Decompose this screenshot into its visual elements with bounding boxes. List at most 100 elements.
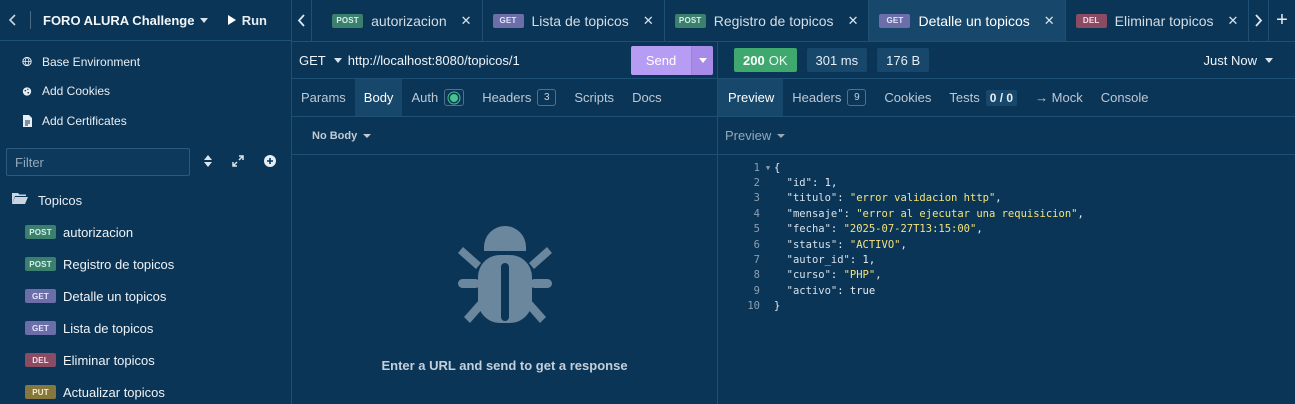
method-selector[interactable]: GET bbox=[299, 53, 342, 68]
back-chevron-icon[interactable] bbox=[8, 14, 26, 26]
request-item-lista[interactable]: GET Lista de topicos bbox=[0, 312, 291, 344]
request-item-actualizar[interactable]: PUT Actualizar topicos bbox=[0, 376, 291, 404]
tab-response-headers[interactable]: Headers 9 bbox=[783, 79, 875, 116]
run-label: Run bbox=[241, 12, 267, 28]
tab-lista[interactable]: GET Lista de topicos ✕ bbox=[481, 0, 664, 41]
request-item-detalle[interactable]: GET Detalle un topicos bbox=[0, 280, 291, 312]
tab-params[interactable]: Params bbox=[292, 79, 355, 116]
tab-detalle[interactable]: GET Detalle un topicos ✕ bbox=[868, 0, 1065, 41]
response-size: 176 B bbox=[877, 48, 930, 72]
tab-preview[interactable]: Preview bbox=[718, 79, 784, 116]
tab-docs-label: Docs bbox=[632, 90, 662, 105]
tab-docs[interactable]: Docs bbox=[623, 79, 671, 116]
response-time: 301 ms bbox=[806, 48, 868, 72]
method-badge: DEL bbox=[25, 353, 56, 367]
code-line: 7 "autor_id": 1, bbox=[718, 252, 1295, 267]
preview-mode-selector[interactable]: Preview bbox=[718, 117, 1295, 155]
json-viewer[interactable]: 1 ▼{2 "id": 1, 3 "titulo": "error validaci… bbox=[718, 160, 1295, 314]
close-icon[interactable]: ✕ bbox=[1228, 13, 1239, 29]
sort-icon[interactable] bbox=[204, 154, 212, 170]
history-selector[interactable]: Just Now bbox=[1204, 53, 1273, 68]
send-options-dropdown[interactable] bbox=[691, 45, 713, 75]
tab-scroll-left-icon[interactable] bbox=[292, 0, 311, 41]
tab-body[interactable]: Body bbox=[354, 79, 403, 116]
tab-label: Detalle un topicos bbox=[918, 12, 1030, 29]
tab-mock[interactable]: → Mock bbox=[1026, 79, 1092, 116]
url-input[interactable]: http://localhost:8080/topicos/1 bbox=[348, 53, 520, 68]
code-text: "status": "ACTIVO", bbox=[786, 238, 907, 251]
add-certificates-label: Add Certificates bbox=[42, 113, 127, 128]
filter-input[interactable] bbox=[6, 148, 190, 176]
empty-state-message: Enter a URL and send to get a response bbox=[381, 358, 628, 373]
method-badge: GET bbox=[25, 321, 56, 335]
chevron-down-icon bbox=[777, 133, 786, 138]
tab-label: Lista de topicos bbox=[531, 12, 629, 29]
body-type-selector[interactable]: No Body bbox=[292, 117, 717, 155]
folder-topicos[interactable]: Topicos bbox=[12, 190, 82, 210]
cookie-icon bbox=[22, 86, 32, 97]
request-item-autorizacion[interactable]: POST autorizacion bbox=[0, 216, 291, 248]
tab-label: Registro de topicos bbox=[713, 12, 834, 29]
response-status-bar: 200 OK 301 ms 176 B Just Now bbox=[718, 42, 1295, 79]
request-label: Eliminar topicos bbox=[63, 352, 155, 368]
tab-auth[interactable]: Auth bbox=[402, 79, 473, 116]
request-pane: GET http://localhost:8080/topicos/1 Send… bbox=[292, 42, 718, 404]
request-list: POST autorizacion POST Registro de topic… bbox=[0, 216, 291, 404]
tab-autorizacion[interactable]: POST autorizacion ✕ bbox=[311, 0, 481, 41]
close-icon[interactable]: ✕ bbox=[643, 13, 654, 29]
tab-registro[interactable]: POST Registro de topicos ✕ bbox=[663, 0, 869, 41]
send-button[interactable]: Send bbox=[631, 45, 691, 75]
close-icon[interactable]: ✕ bbox=[461, 13, 472, 29]
run-button[interactable]: Run bbox=[227, 12, 267, 28]
play-icon bbox=[227, 15, 236, 25]
request-item-registro[interactable]: POST Registro de topicos bbox=[0, 248, 291, 280]
request-label: Registro de topicos bbox=[63, 256, 175, 272]
project-selector[interactable]: FORO ALURA Challenge bbox=[43, 13, 209, 28]
tab-cookies[interactable]: Cookies bbox=[875, 79, 940, 116]
response-tabs: Preview Headers 9 Cookies Tests 0 / 0 → … bbox=[718, 79, 1295, 117]
environment-list: Base Environment Add Cookies Add Certifi… bbox=[0, 41, 291, 136]
request-tabs: Params Body Auth Headers 3 Scripts Docs bbox=[292, 79, 717, 117]
globe-icon bbox=[22, 56, 32, 67]
method-badge: GET bbox=[492, 13, 524, 28]
tab-scroll-right-icon[interactable] bbox=[1248, 0, 1267, 41]
new-tab-plus-icon[interactable]: + bbox=[1267, 0, 1295, 41]
code-line: 3 "titulo": "error validacion http", bbox=[718, 191, 1295, 206]
tab-scripts[interactable]: Scripts bbox=[565, 79, 623, 116]
chevron-down-icon bbox=[200, 17, 209, 23]
line-number: 1 bbox=[753, 161, 760, 174]
method-badge: DEL bbox=[1075, 13, 1107, 28]
header-divider bbox=[30, 11, 31, 29]
tab-preview-label: Preview bbox=[728, 90, 775, 105]
tab-headers[interactable]: Headers 3 bbox=[473, 79, 565, 116]
close-icon[interactable]: ✕ bbox=[1044, 13, 1055, 29]
url-bar: GET http://localhost:8080/topicos/1 Send bbox=[292, 42, 717, 79]
close-icon[interactable]: ✕ bbox=[848, 13, 859, 29]
code-line: 6 "status": "ACTIVO", bbox=[718, 237, 1295, 252]
code-text: "curso": "PHP", bbox=[786, 269, 882, 282]
code-line: 9 "activo": true bbox=[718, 283, 1295, 298]
bug-icon bbox=[454, 225, 556, 332]
history-label: Just Now bbox=[1203, 52, 1257, 68]
status-badge: 200 OK bbox=[734, 48, 797, 72]
request-label: Detalle un topicos bbox=[63, 288, 167, 304]
empty-state bbox=[292, 225, 717, 332]
line-number: 4 bbox=[753, 207, 760, 220]
base-environment-item[interactable]: Base Environment bbox=[0, 47, 291, 77]
tab-headers-label: Headers bbox=[482, 90, 532, 105]
add-plus-circle-icon[interactable] bbox=[264, 154, 276, 170]
fold-arrow-icon[interactable]: ▼ bbox=[762, 164, 774, 172]
status-text: OK bbox=[768, 52, 788, 68]
request-item-eliminar[interactable]: DEL Eliminar topicos bbox=[0, 344, 291, 376]
add-cookies-item[interactable]: Add Cookies bbox=[0, 77, 291, 107]
method-badge: POST bbox=[332, 13, 364, 28]
code-text: "autor_id": 1, bbox=[786, 254, 876, 267]
expand-icon[interactable] bbox=[232, 154, 244, 170]
tab-eliminar[interactable]: DEL Eliminar topicos ✕ bbox=[1064, 0, 1249, 41]
code-text: "id": 1, bbox=[786, 177, 838, 190]
method-badge: POST bbox=[674, 13, 706, 28]
tab-console[interactable]: Console bbox=[1092, 79, 1158, 116]
add-certificates-item[interactable]: Add Certificates bbox=[0, 106, 291, 136]
code-text: "fecha": "2025-07-27T13:15:00", bbox=[786, 223, 983, 236]
tab-tests[interactable]: Tests 0 / 0 bbox=[940, 79, 1026, 116]
